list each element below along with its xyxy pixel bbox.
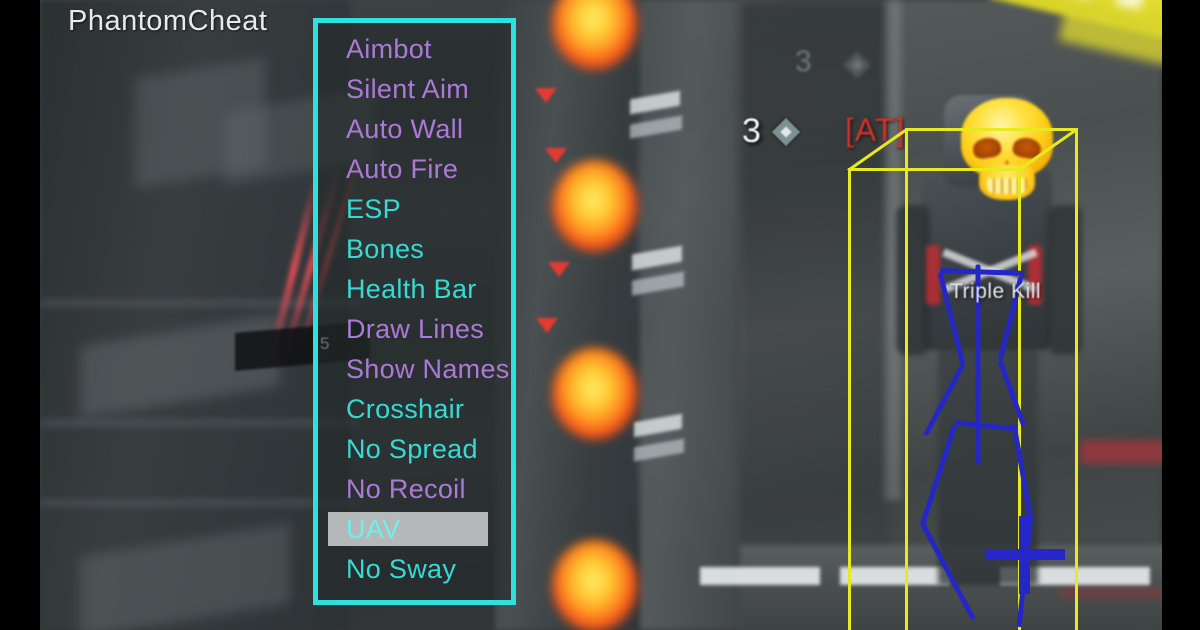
background-stripe bbox=[40, 420, 360, 426]
menu-item-no-sway[interactable]: No Sway bbox=[318, 549, 511, 589]
menu-item-no-spread[interactable]: No Spread bbox=[318, 429, 511, 469]
light-glow bbox=[552, 348, 638, 440]
menu-item-label: Silent Aim bbox=[346, 74, 470, 104]
marker-triangle-icon bbox=[548, 262, 570, 277]
esp-box-edge bbox=[1075, 128, 1078, 630]
esp-box-edge bbox=[905, 128, 1077, 131]
menu-item-crosshair[interactable]: Crosshair bbox=[318, 389, 511, 429]
letterbox-bar-right bbox=[1162, 0, 1200, 630]
brand-title: PhantomCheat bbox=[68, 5, 268, 37]
rank-diamond-icon bbox=[769, 115, 803, 149]
menu-item-draw-lines[interactable]: Draw Lines bbox=[318, 309, 511, 349]
rank-diamond-icon bbox=[840, 48, 874, 82]
clan-tag-label: [AT] bbox=[845, 112, 906, 148]
menu-item-label: ESP bbox=[346, 194, 401, 224]
menu-item-show-names[interactable]: Show Names bbox=[318, 349, 511, 389]
background-pillar bbox=[495, 0, 635, 630]
menu-item-label: Crosshair bbox=[346, 394, 465, 424]
letterbox-bar-left bbox=[0, 0, 40, 630]
menu-item-label: No Sway bbox=[346, 554, 457, 584]
menu-item-label: No Spread bbox=[346, 434, 478, 464]
esp-box-edge bbox=[848, 168, 1020, 171]
menu-item-label: Aimbot bbox=[346, 34, 432, 64]
hud-score-ghost: 3 bbox=[795, 45, 812, 78]
menu-item-label: Auto Wall bbox=[346, 114, 464, 144]
menu-item-bones[interactable]: Bones bbox=[318, 229, 511, 269]
background-doorway bbox=[740, 0, 890, 560]
menu-item-no-recoil[interactable]: No Recoil bbox=[318, 469, 511, 509]
crosshair-vertical bbox=[1019, 516, 1030, 594]
menu-item-label: Draw Lines bbox=[346, 314, 485, 344]
menu-item-uav[interactable]: UAV bbox=[318, 509, 511, 549]
enemy-arm bbox=[896, 205, 930, 355]
menu-item-esp[interactable]: ESP bbox=[318, 189, 511, 229]
menu-item-silent-aim[interactable]: Silent Aim bbox=[318, 69, 511, 109]
light-glow bbox=[552, 160, 638, 252]
cheat-menu-panel[interactable]: Aimbot Silent Aim Auto Wall Auto Fire ES… bbox=[313, 18, 516, 605]
hud-score-group: 3 bbox=[742, 112, 803, 151]
game-screenshot: 5 bbox=[0, 0, 1200, 630]
hud-score-value: 3 bbox=[742, 112, 761, 150]
marker-triangle-icon bbox=[535, 88, 557, 103]
sign-glyph bbox=[1114, 0, 1152, 11]
menu-item-label: UAV bbox=[346, 514, 401, 544]
road-marking bbox=[700, 567, 820, 585]
menu-item-label: Show Names bbox=[346, 354, 510, 384]
menu-item-label: Health Bar bbox=[346, 274, 477, 304]
menu-item-auto-fire[interactable]: Auto Fire bbox=[318, 149, 511, 189]
light-glow bbox=[552, 540, 638, 630]
marker-triangle-icon bbox=[536, 318, 558, 333]
menu-item-label: Auto Fire bbox=[346, 154, 459, 184]
background-stripe bbox=[40, 500, 360, 506]
killfeed-text: Triple Kill bbox=[950, 280, 1042, 303]
menu-item-label: Bones bbox=[346, 234, 425, 264]
esp-box-edge bbox=[848, 168, 851, 630]
menu-item-label: No Recoil bbox=[346, 474, 466, 504]
menu-item-auto-wall[interactable]: Auto Wall bbox=[318, 109, 511, 149]
esp-box-edge bbox=[905, 128, 908, 630]
menu-item-health-bar[interactable]: Health Bar bbox=[318, 269, 511, 309]
skull-teeth bbox=[987, 178, 1027, 194]
background-red-band bbox=[1080, 440, 1162, 464]
menu-item-aimbot[interactable]: Aimbot bbox=[318, 29, 511, 69]
marker-triangle-icon bbox=[545, 148, 567, 163]
